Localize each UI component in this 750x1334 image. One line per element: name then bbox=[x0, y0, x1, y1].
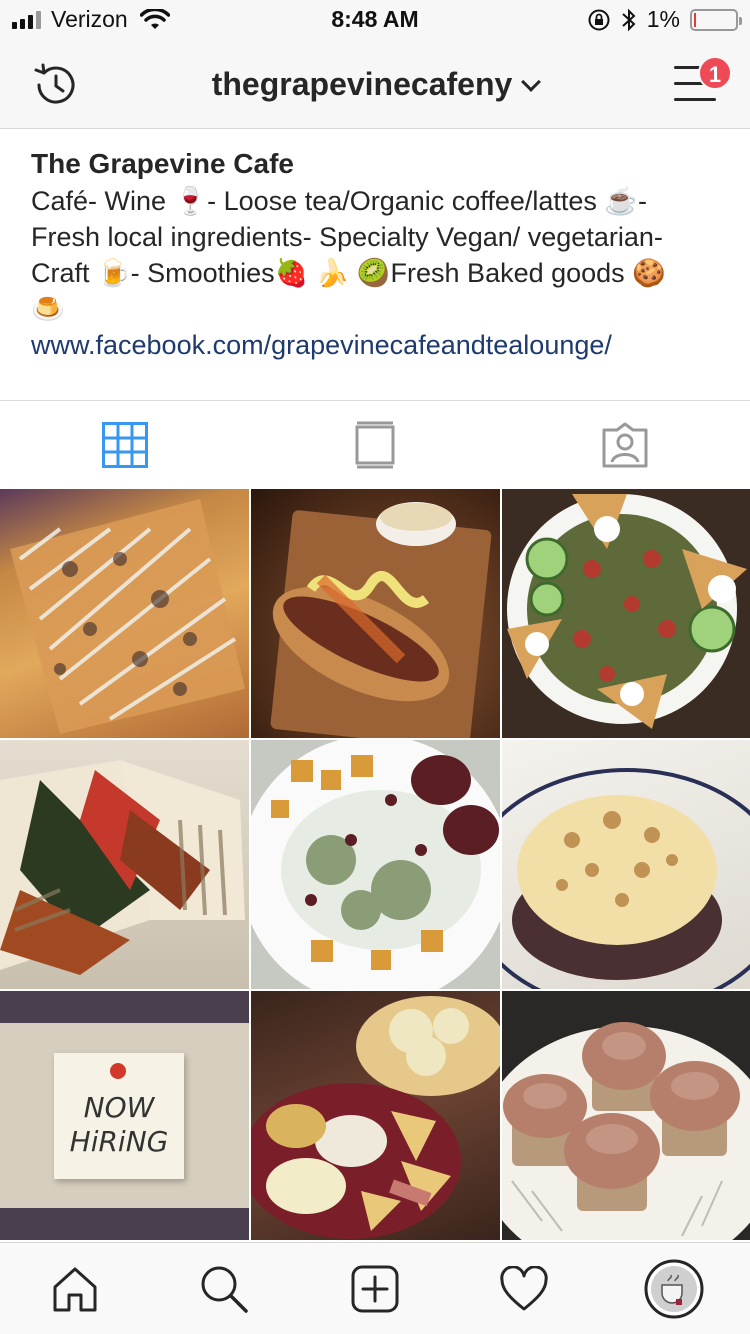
username-label: thegrapevinecafeny bbox=[211, 66, 513, 102]
salad-photo bbox=[507, 494, 747, 729]
status-right: 1% bbox=[587, 6, 742, 33]
tab-grid[interactable] bbox=[0, 401, 250, 489]
post-thumbnail-appetizer-platter[interactable] bbox=[251, 991, 500, 1240]
bio-line: Café- Wine 🍷- Loose tea/Organic coffee/l… bbox=[31, 186, 648, 216]
flatbread-photo bbox=[10, 499, 245, 734]
post-thumbnail-salad[interactable] bbox=[502, 489, 750, 738]
home-icon bbox=[53, 1267, 97, 1312]
nav-new-post[interactable] bbox=[343, 1257, 407, 1321]
post-thumbnail-stuffed-mushroom[interactable] bbox=[502, 740, 750, 989]
tagged-icon bbox=[602, 422, 648, 468]
platter-photo bbox=[251, 996, 500, 1239]
search-icon bbox=[201, 1266, 248, 1313]
profile-header: thegrapevinecafeny 1 bbox=[0, 40, 750, 129]
account-switcher[interactable]: thegrapevinecafeny bbox=[0, 66, 750, 103]
battery-percent: 1% bbox=[646, 6, 680, 32]
website-link[interactable]: www.facebook.com/grapevinecafeandtealoun… bbox=[31, 327, 731, 363]
feed-icon bbox=[355, 421, 395, 469]
hiring-text-line2: HiRiNG bbox=[69, 1125, 169, 1158]
post-thumbnail-flatbread[interactable] bbox=[0, 489, 249, 738]
add-post-icon bbox=[351, 1265, 399, 1313]
post-thumbnail-sausage-sandwich[interactable] bbox=[251, 489, 500, 738]
avatar bbox=[644, 1259, 704, 1319]
profile-bio: The Grapevine Cafe Café- Wine 🍷- Loose t… bbox=[31, 145, 731, 363]
bottom-navigation bbox=[0, 1242, 750, 1334]
photo-grid: NOW HiRiNG bbox=[0, 489, 750, 1240]
sausage-photo bbox=[270, 502, 492, 738]
profile-tabs bbox=[0, 400, 750, 488]
nav-home[interactable] bbox=[43, 1257, 107, 1321]
post-thumbnail-vegetable-plate[interactable] bbox=[251, 740, 500, 989]
hiring-text-line1: NOW bbox=[83, 1091, 155, 1124]
wrap-photo bbox=[0, 760, 245, 975]
profile-name: The Grapevine Cafe bbox=[31, 148, 294, 179]
nav-profile[interactable] bbox=[642, 1257, 706, 1321]
vegetable-plate-photo bbox=[251, 740, 500, 989]
bio-line: 🍮 bbox=[31, 294, 65, 324]
bio-line: Fresh local ingredients- Specialty Vegan… bbox=[31, 222, 663, 252]
cupcakes-photo bbox=[502, 1022, 750, 1240]
chevron-down-icon bbox=[521, 72, 542, 92]
tab-tagged[interactable] bbox=[500, 401, 750, 489]
nav-activity[interactable] bbox=[492, 1257, 556, 1321]
orientation-lock-icon bbox=[588, 9, 610, 30]
post-thumbnail-now-hiring[interactable]: NOW HiRiNG bbox=[0, 991, 249, 1240]
tab-feed[interactable] bbox=[250, 401, 500, 489]
post-thumbnail-wrap[interactable] bbox=[0, 740, 249, 989]
grid-icon bbox=[102, 422, 148, 468]
status-bar: Verizon 8:48 AM 1% bbox=[0, 0, 750, 40]
pin-icon bbox=[110, 1063, 126, 1079]
heart-icon bbox=[500, 1266, 548, 1311]
bluetooth-icon bbox=[622, 8, 636, 31]
battery-icon bbox=[690, 8, 742, 31]
mushroom-photo bbox=[502, 768, 750, 989]
notification-badge: 1 bbox=[698, 56, 732, 90]
nav-search[interactable] bbox=[192, 1257, 256, 1321]
bio-line: Craft 🍺- Smoothies🍓 🍌 🥝Fresh Baked goods… bbox=[31, 258, 666, 288]
post-thumbnail-cupcakes[interactable] bbox=[502, 991, 750, 1240]
